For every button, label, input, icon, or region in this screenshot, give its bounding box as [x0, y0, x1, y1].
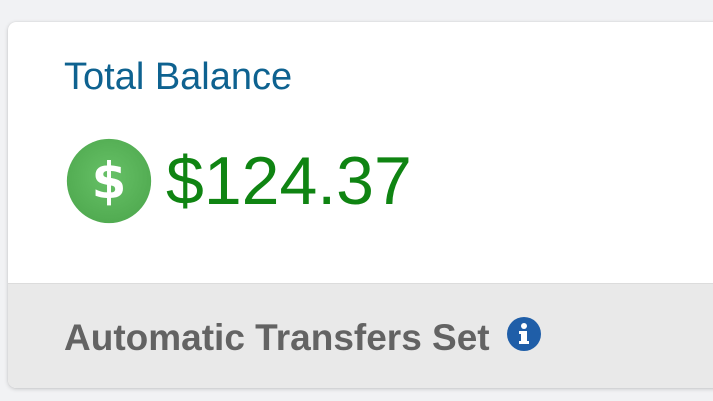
balance-amount: $124.37 — [166, 143, 412, 219]
balance-title: Total Balance — [64, 56, 293, 98]
info-icon[interactable] — [506, 316, 542, 352]
balance-card-body: Total Balance $ $124.37 — [8, 22, 713, 283]
total-balance-card: Total Balance $ $124.37 Automatic Transf… — [8, 22, 713, 388]
automatic-transfers-label: Automatic Transfers Set — [64, 317, 490, 358]
transfers-status-row: Automatic Transfers Set — [64, 315, 542, 361]
transfers-footer: Automatic Transfers Set — [8, 283, 713, 388]
svg-text:$: $ — [92, 152, 127, 210]
dollar-circle-icon: $ — [66, 138, 152, 224]
balance-amount-row: $ $124.37 — [66, 136, 412, 226]
